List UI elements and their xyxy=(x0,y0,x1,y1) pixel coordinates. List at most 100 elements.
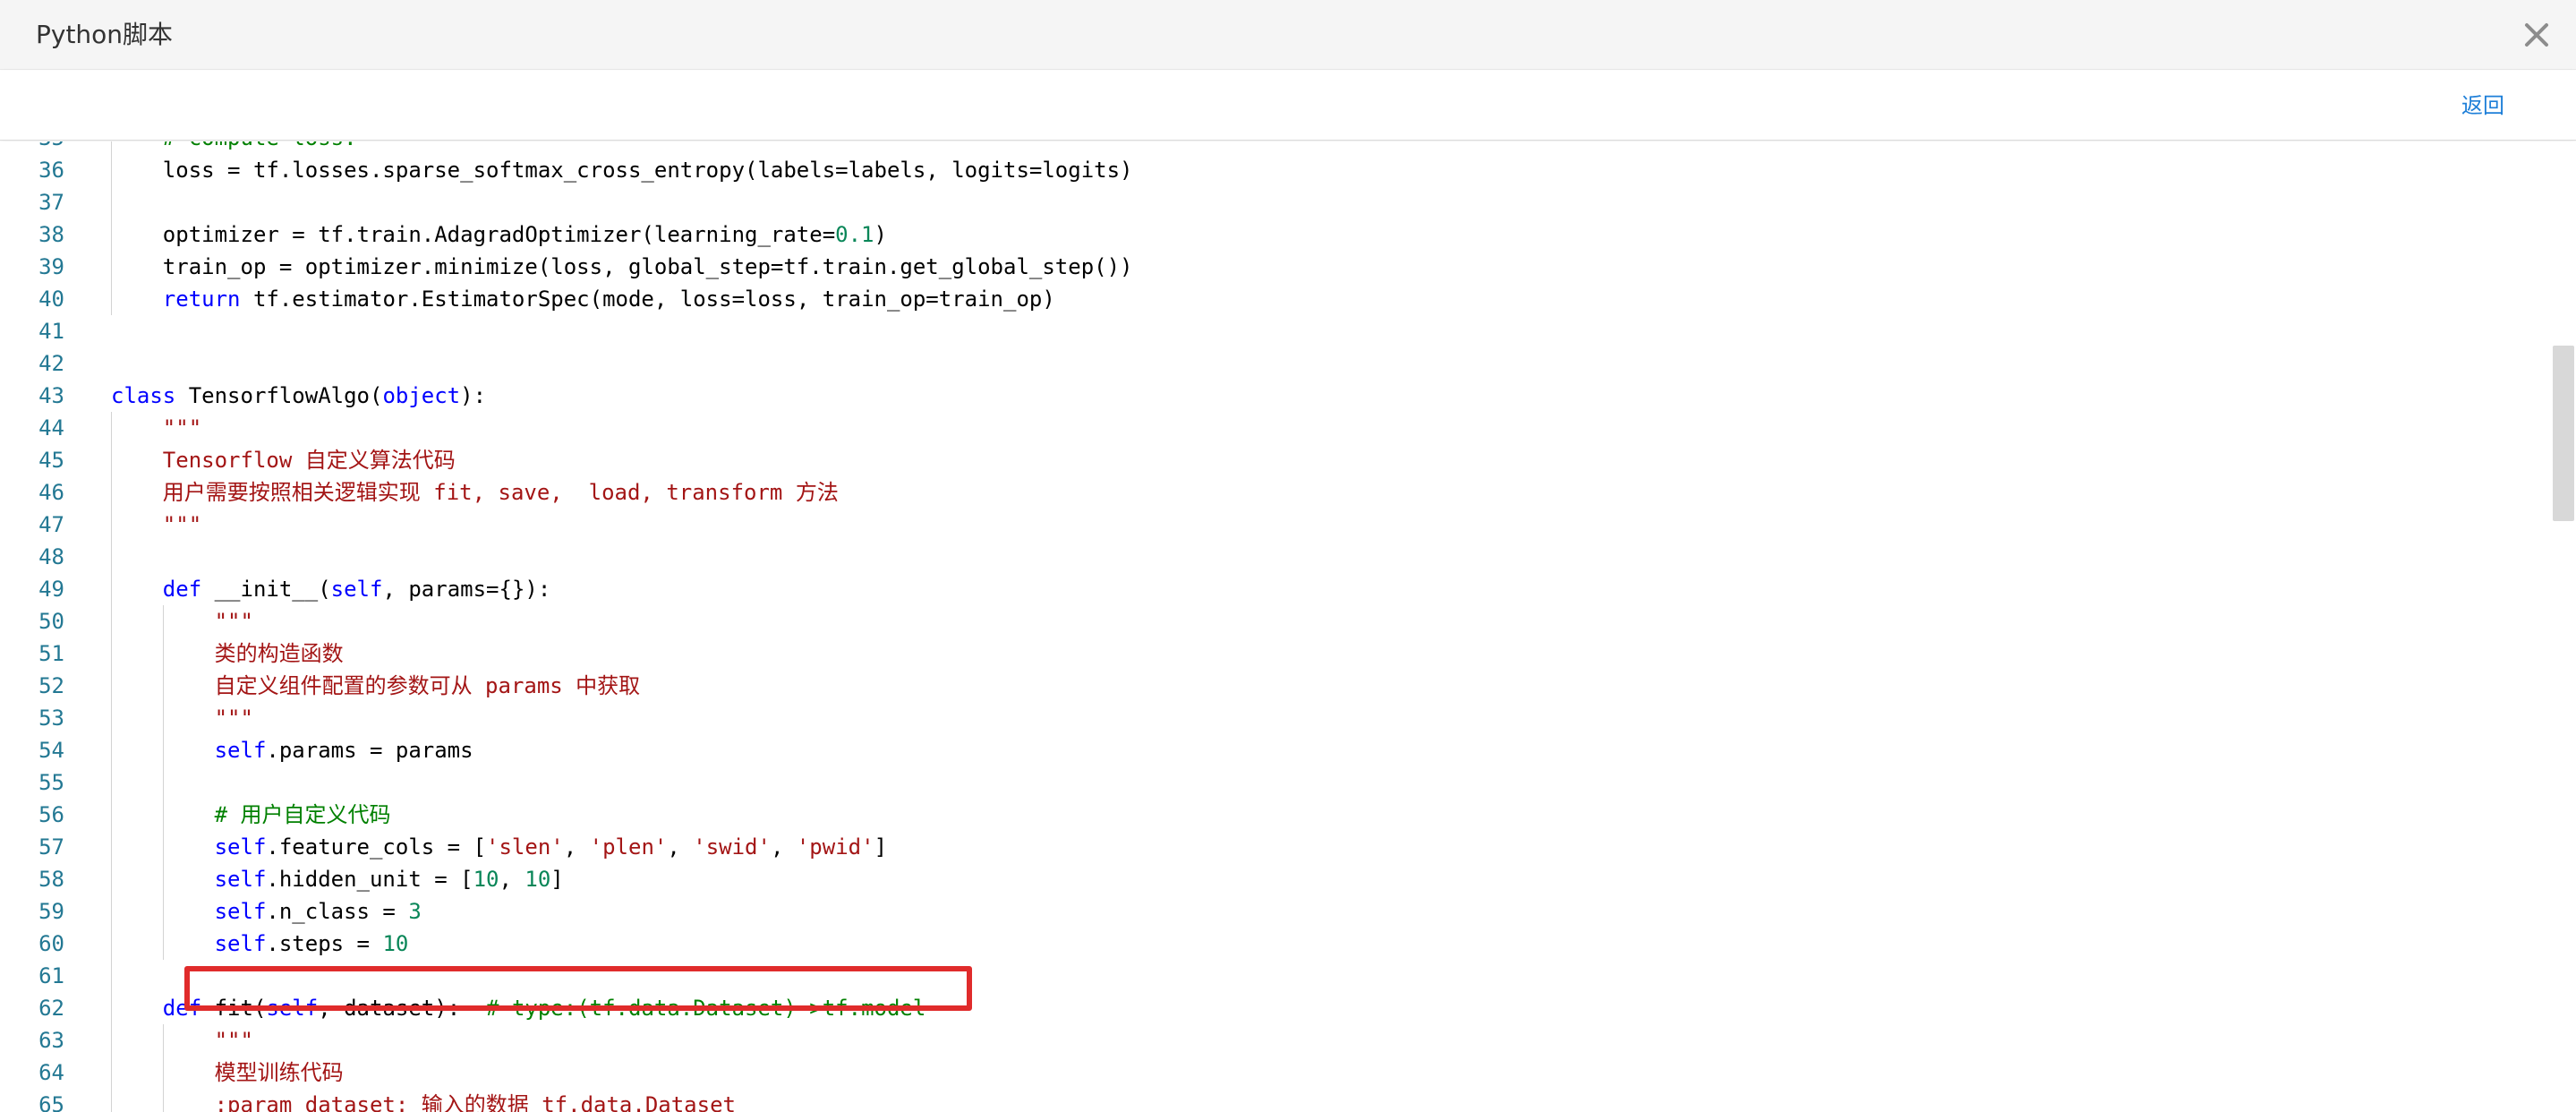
code-line: 48 xyxy=(0,541,2551,573)
code-token: ): xyxy=(460,383,487,408)
code-token: ) xyxy=(874,222,887,247)
code-text: 自定义组件配置的参数可从 params 中获取 xyxy=(215,670,641,702)
highlight-annotation-box xyxy=(184,966,972,1011)
code-line: 46 用户需要按照相关逻辑实现 fit, save, load, transfor… xyxy=(0,476,2551,509)
indent-guide xyxy=(111,444,112,476)
code-token: 用户需要按照相关逻辑实现 fit, save, load, transform … xyxy=(162,480,839,505)
indent-guide xyxy=(111,154,112,186)
line-number: 39 xyxy=(38,254,64,279)
code-token: self xyxy=(214,738,267,763)
indent-guide xyxy=(111,141,112,154)
indent-guide xyxy=(111,734,112,766)
code-line: 35 # compute loss. xyxy=(0,141,2551,154)
code-token: 模型训练代码 xyxy=(214,1060,344,1085)
indent-guide xyxy=(111,573,112,605)
line-number: 40 xyxy=(38,287,64,312)
scrollbar-thumb[interactable] xyxy=(2553,346,2574,521)
line-number: 57 xyxy=(38,834,64,860)
code-line: 57 self.feature_cols = ['slen', 'plen', '… xyxy=(0,831,2551,863)
code-line: 52 自定义组件配置的参数可从 params 中获取 xyxy=(0,670,2551,702)
line-number: 65 xyxy=(38,1092,64,1112)
code-text: # compute loss. xyxy=(163,141,357,154)
code-line: 55 xyxy=(0,766,2551,799)
code-token: , xyxy=(563,834,590,860)
line-number: 58 xyxy=(38,867,64,892)
code-token: """ xyxy=(214,706,253,731)
line-number: 44 xyxy=(38,415,64,441)
code-token: 10 xyxy=(473,867,499,892)
line-number: 47 xyxy=(38,512,64,537)
code-token: # 用户自定义代码 xyxy=(214,802,391,827)
indent-guide xyxy=(111,928,112,960)
code-token: 10 xyxy=(382,931,409,956)
code-token: """ xyxy=(214,1028,253,1053)
indent-guide xyxy=(111,670,112,702)
code-token: , xyxy=(770,834,797,860)
code-token: .n_class = xyxy=(266,899,409,924)
indent-guide xyxy=(162,1024,164,1056)
code-token: 'slen' xyxy=(486,834,564,860)
indent-guide xyxy=(111,992,112,1024)
code-editor[interactable]: 35 # compute loss. 36 loss = tf.losses.spar… xyxy=(0,141,2576,1112)
close-button[interactable] xyxy=(2517,15,2556,55)
line-number: 49 xyxy=(38,577,64,602)
code-token: self xyxy=(214,867,267,892)
code-token: self xyxy=(214,931,267,956)
indent-guide xyxy=(111,895,112,928)
code-line: 40 return tf.estimator.EstimatorSpec(mode… xyxy=(0,283,2551,315)
indent-guide xyxy=(111,766,112,799)
code-text: loss = tf.losses.sparse_softmax_cross_en… xyxy=(163,154,1133,186)
back-link[interactable]: 返回 xyxy=(2461,71,2504,141)
line-number: 53 xyxy=(38,706,64,731)
code-text: """ xyxy=(163,509,201,541)
indent-guide xyxy=(111,251,112,283)
code-text: def __init__(self, params={}): xyxy=(163,573,551,605)
code-token: """ xyxy=(214,609,253,634)
indent-guide xyxy=(111,799,112,831)
code-text: Tensorflow 自定义算法代码 xyxy=(163,444,456,476)
code-token: 10 xyxy=(525,867,551,892)
code-text: 类的构造函数 xyxy=(215,637,344,670)
indent-guide xyxy=(111,1056,112,1089)
indent-guide xyxy=(111,960,112,992)
code-line: 45 Tensorflow 自定义算法代码 xyxy=(0,444,2551,476)
indent-guide xyxy=(111,637,112,670)
line-number: 43 xyxy=(38,383,64,408)
indent-guide xyxy=(111,702,112,734)
code-token: .feature_cols = [ xyxy=(266,834,487,860)
vertical-scrollbar[interactable] xyxy=(2551,141,2576,1112)
code-text: :param dataset: 输入的数据 tf.data.Dataset xyxy=(215,1089,736,1112)
indent-guide xyxy=(162,734,164,766)
indent-guide xyxy=(162,895,164,928)
code-line: 47 """ xyxy=(0,509,2551,541)
code-token: train_op = optimizer.minimize(loss, glob… xyxy=(162,254,1133,279)
code-token: class xyxy=(111,383,176,408)
line-number: 48 xyxy=(38,544,64,569)
code-token: loss = tf.losses.sparse_softmax_cross_en… xyxy=(162,158,1133,183)
code-line: 63 """ xyxy=(0,1024,2551,1056)
code-token: , xyxy=(499,867,525,892)
indent-guide xyxy=(111,186,112,218)
code-text: optimizer = tf.train.AdagradOptimizer(le… xyxy=(163,218,887,251)
code-text: self.params = params xyxy=(215,734,473,766)
code-line: 65 :param dataset: 输入的数据 tf.data.Dataset xyxy=(0,1089,2551,1112)
code-line: 44 """ xyxy=(0,412,2551,444)
code-token: 'plen' xyxy=(589,834,668,860)
code-token: object xyxy=(382,383,461,408)
indent-guide xyxy=(111,412,112,444)
code-token: 'pwid' xyxy=(796,834,874,860)
indent-guide xyxy=(162,1089,164,1112)
code-text: self.n_class = 3 xyxy=(215,895,422,928)
code-token: """ xyxy=(162,512,202,537)
indent-guide xyxy=(111,476,112,509)
code-text: """ xyxy=(215,605,253,637)
code-token: # compute loss. xyxy=(163,141,357,150)
indent-guide xyxy=(162,766,164,799)
indent-guide xyxy=(162,637,164,670)
code-token: .hidden_unit = [ xyxy=(266,867,473,892)
indent-guide xyxy=(111,1089,112,1112)
line-number: 54 xyxy=(38,738,64,763)
line-number: 50 xyxy=(38,609,64,634)
code-line: 42 xyxy=(0,347,2551,380)
indent-guide xyxy=(162,831,164,863)
